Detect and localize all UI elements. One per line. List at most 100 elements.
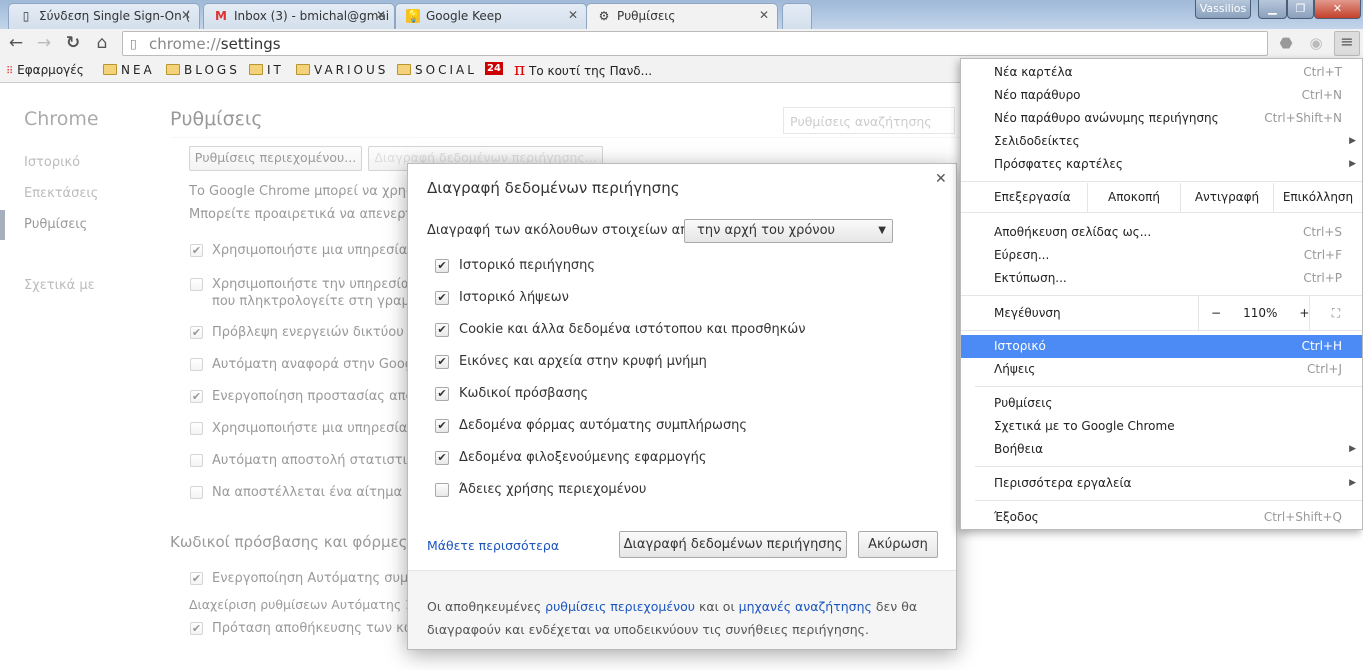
clear-item-checkbox[interactable] [435,483,449,497]
folder-icon [103,64,117,75]
zoom-in-button[interactable]: + [1299,306,1309,320]
back-icon[interactable]: ← [5,33,27,53]
clear-item-label: Δεδομένα φόρμας αυτόματης συμπλήρωσης [459,418,748,433]
folder-icon [397,64,411,75]
clear-browsing-data-dialog: Διαγραφή δεδομένων περιήγησης ✕ Διαγραφή… [407,163,957,650]
zoom-out-button[interactable]: − [1211,306,1221,320]
bookmark-folder-social[interactable]: SOCIAL [397,63,477,77]
gear-icon: ⚙ [598,9,610,23]
page-icon: ▯ [130,36,137,51]
bookmark-folder-various[interactable]: VARIOUS [296,63,388,77]
chrome-menu: Νέα καρτέλα Ctrl+T Νέο παράθυρο Ctrl+N Νέο… [960,58,1363,530]
confirm-clear-button[interactable]: Διαγραφή δεδομένων περιήγησης [619,531,847,558]
bookmark-folder-it[interactable]: IT [249,63,284,77]
menu-exit[interactable]: Έξοδος Ctrl+Shift+Q [961,506,1362,529]
close-window-button[interactable]: ✕ [1314,0,1361,19]
copy-button[interactable]: Αντιγραφή [1180,183,1273,212]
folder-icon [296,64,310,75]
address-bar[interactable]: ▯ chrome://settings [122,31,1268,56]
pi-icon: π [514,60,526,80]
folder-icon [166,64,180,75]
menu-history[interactable]: Ιστορικό Ctrl+H [961,335,1362,358]
zoom-label: Μεγέθυνση [994,306,1061,320]
time-range-select[interactable]: την αρχή του χρόνου ▼ [684,219,893,243]
learn-more-link[interactable]: Μάθετε περισσότερα [427,538,559,553]
close-tab-icon[interactable]: ✕ [376,8,386,22]
apps-icon: ⠿ [6,66,14,77]
bookmark-folder-blogs[interactable]: BLOGS [166,63,240,77]
menu-recent-tabs[interactable]: Πρόσφατες καρτέλες ▶ [961,153,1362,176]
close-tab-icon[interactable]: ✕ [759,8,769,22]
bookmark-apps[interactable]: ⠿ Εφαρμογές [6,63,84,77]
clear-item-label: Ιστορικό περιήγησης [459,258,596,273]
zoom-value: 110% [1243,306,1278,320]
menu-print[interactable]: Εκτύπωση... Ctrl+P [961,267,1362,290]
maximize-button[interactable]: ❐ [1287,0,1314,19]
bookmark-pandora[interactable]: π Το κουτί της Πανδ... [514,60,652,80]
menu-new-tab[interactable]: Νέα καρτέλα Ctrl+T [961,61,1362,84]
clear-item-label: Δεδομένα φιλοξενούμενης εφαρμογής [459,450,707,465]
menu-about[interactable]: Σχετικά με το Google Chrome [961,415,1362,438]
menu-find[interactable]: Εύρεση... Ctrl+F [961,244,1362,267]
menu-new-window[interactable]: Νέο παράθυρο Ctrl+N [961,84,1362,107]
close-icon[interactable]: ✕ [935,171,947,187]
new-tab-button[interactable] [782,3,812,29]
extension-icon[interactable]: ◉ [1305,34,1327,52]
menu-edit-row: Επεξεργασία Αποκοπή Αντιγραφή Επικόλληση [961,183,1362,212]
clear-item-checkbox[interactable]: ✔ [435,291,449,305]
url: chrome://settings [149,35,281,53]
clear-item-checkbox[interactable]: ✔ [435,387,449,401]
submenu-arrow-icon: ▶ [1349,136,1356,146]
clear-item-label: Κωδικοί πρόσβασης [459,386,589,401]
minimize-button[interactable]: ▁ [1258,0,1287,19]
close-tab-icon[interactable]: ✕ [181,8,191,22]
tab-title: Google Keep [426,9,502,23]
adblock-extension-icon[interactable]: ⬣ [1275,34,1297,52]
home-icon[interactable]: ⌂ [91,33,113,53]
menu-zoom-row: Μεγέθυνση − 110% + ⛶ [961,296,1362,330]
content-settings-link[interactable]: ρυθμίσεις περιεχομένου [545,599,695,614]
clear-item-checkbox[interactable]: ✔ [435,355,449,369]
close-tab-icon[interactable]: ✕ [568,8,578,22]
bookmark-folder-nea[interactable]: NEA [103,63,155,77]
cut-button[interactable]: Αποκοπή [1087,183,1180,212]
forward-icon[interactable]: → [33,33,55,53]
page-icon: ▯ [22,9,30,23]
clear-item-label: Άδειες χρήσης περιεχομένου [459,482,647,497]
submenu-arrow-icon: ▶ [1349,478,1356,488]
profile-button[interactable]: Vassilios [1195,0,1251,19]
menu-help[interactable]: Βοήθεια ▶ [961,438,1362,461]
fullscreen-icon[interactable]: ⛶ [1309,296,1362,330]
menu-save-page[interactable]: Αποθήκευση σελίδας ως... Ctrl+S [961,221,1362,244]
clear-item-checkbox[interactable]: ✔ [435,323,449,337]
search-engines-link[interactable]: μηχανές αναζήτησης [739,599,872,614]
tab-settings[interactable]: ⚙ Ρυθμίσεις ✕ [586,3,778,29]
tab-keep[interactable]: 💡 Google Keep ✕ [395,3,587,29]
menu-bookmarks[interactable]: Σελιδοδείκτες ▶ [961,130,1362,153]
submenu-arrow-icon: ▶ [1349,159,1356,169]
range-label: Διαγραφή των ακόλουθων στοιχείων από: [427,223,701,238]
tab-inbox[interactable]: M Inbox (3) - bmichal@gmai ✕ [203,3,395,29]
menu-incognito-window[interactable]: Νέο παράθυρο ανώνυμης περιήγησης Ctrl+Shi… [961,107,1362,130]
badge-24-icon[interactable]: 24 [485,62,503,75]
menu-more-tools[interactable]: Περισσότερα εργαλεία ▶ [961,472,1362,495]
keep-icon: 💡 [406,9,421,23]
tab-title: Ρυθμίσεις [617,9,676,23]
dialog-footer: Οι αποθηκευμένες ρυθμίσεις περιεχομένου … [408,570,956,649]
submenu-arrow-icon: ▶ [1349,444,1356,454]
clear-item-label: Εικόνες και αρχεία στην κρυφή μνήμη [459,354,707,369]
tab-title: Inbox (3) - bmichal@gmai [234,9,390,23]
cancel-button[interactable]: Ακύρωση [858,531,938,558]
paste-button[interactable]: Επικόλληση [1273,183,1362,212]
clear-item-checkbox[interactable]: ✔ [435,451,449,465]
menu-settings[interactable]: Ρυθμίσεις [961,392,1362,415]
menu-downloads[interactable]: Λήψεις Ctrl+J [961,358,1362,381]
clear-item-checkbox[interactable]: ✔ [435,259,449,273]
tab-strip: ▯ Σύνδεση Single Sign-On (✕ M Inbox (3) - … [0,0,1363,29]
reload-icon[interactable]: ↻ [62,33,84,53]
clear-item-checkbox[interactable]: ✔ [435,419,449,433]
chrome-menu-icon[interactable]: ≡ [1334,31,1360,56]
clear-item-label: Cookie και άλλα δεδομένα ιστότοπου και π… [459,322,806,337]
tab-sso[interactable]: ▯ Σύνδεση Single Sign-On (✕ [8,3,200,29]
gmail-icon: M [215,9,227,23]
